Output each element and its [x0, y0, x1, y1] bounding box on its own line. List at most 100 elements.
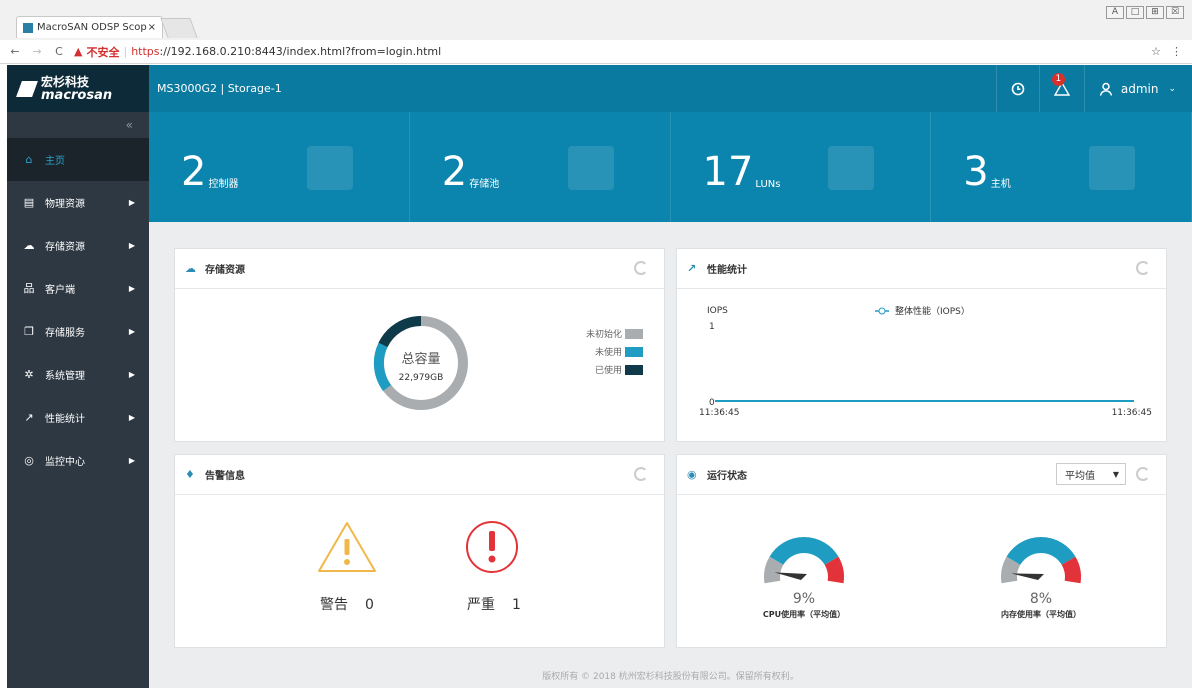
stat-value: 17 — [702, 149, 754, 195]
reload-icon[interactable]: C — [52, 45, 66, 58]
iops-line-chart: IOPS 1 0 整体性能（IOPS） 11:36:45 11:36:45 — [699, 305, 1152, 418]
chevron-right-icon: ▶ — [128, 456, 135, 465]
stat-card[interactable]: 2 存储池 — [410, 112, 671, 222]
chevron-right-icon: ▶ — [128, 370, 135, 379]
y-tick-label: 0 — [709, 398, 715, 408]
sidebar-item-7[interactable]: ◎ 监控中心 ▶ — [7, 439, 149, 482]
donut-center-value: 22,979GB — [399, 373, 444, 383]
brand-cn: 宏杉科技 — [41, 74, 90, 89]
sidebar-collapse-button[interactable]: « — [7, 112, 149, 138]
stat-label: 主机 — [990, 179, 1011, 190]
legend-label: 已使用 — [595, 364, 622, 376]
window-controls: A □ ⊞ ☒ — [1106, 6, 1184, 19]
legend-swatch — [625, 365, 643, 375]
stat-value: 2 — [181, 149, 207, 195]
gauge: 8% 内存使用率（平均值） — [1001, 537, 1081, 619]
legend-swatch — [625, 329, 643, 339]
window-profile-button[interactable]: A — [1106, 6, 1124, 19]
sidebar-item-label: 存储资源 — [45, 242, 85, 253]
legend-label: 未使用 — [595, 346, 622, 358]
sidebar-item-5[interactable]: ✲ 系统管理 ▶ — [7, 353, 149, 396]
history-button[interactable] — [995, 65, 1039, 112]
window-maximize-button[interactable]: ⊞ — [1146, 6, 1164, 19]
bookmark-star-icon[interactable]: ☆ — [1151, 45, 1161, 58]
bell-icon: ♦ — [185, 467, 195, 481]
clock-icon — [1011, 82, 1025, 95]
top-bar: MS3000G2 | Storage-1 1 admin ⌄ — [149, 65, 1192, 112]
donut-center-title: 总容量 — [401, 351, 440, 367]
series-legend-label: 整体性能（IOPS） — [895, 305, 970, 317]
warning-icon: ▲ — [74, 45, 83, 58]
resource-gauges: 9% CPU使用率（平均值） 8% 内存使用率（平均值） — [763, 537, 1081, 619]
refresh-icon[interactable] — [634, 261, 648, 275]
new-tab-button[interactable] — [160, 18, 198, 38]
forward-icon[interactable]: → — [30, 45, 44, 58]
cloud-icon — [567, 146, 614, 190]
stat-card[interactable]: 2 控制器 — [149, 112, 410, 222]
window-close-button[interactable]: ☒ — [1166, 6, 1184, 19]
browser-tab[interactable]: MacroSAN ODSP Scop × — [16, 16, 163, 38]
x-tick-label: 11:36:45 — [699, 408, 739, 418]
sidebar-item-label: 客户端 — [45, 285, 75, 296]
status-panel: ◉ 运行状态 平均值 ▼ 9% CPU使用率（平均值） 8% 内存使用率（平均值） — [676, 454, 1167, 648]
select-arrow-icon: ▼ — [1112, 469, 1119, 479]
menu-dots-icon[interactable]: ⋮ — [1171, 45, 1182, 58]
url-text: ://192.168.0.210:8443/index.html?from=lo… — [159, 45, 442, 58]
system-title: MS3000G2 | Storage-1 — [157, 82, 282, 95]
stat-label: 存储池 — [469, 179, 500, 190]
warning-count: 0 — [365, 597, 374, 613]
tab-close-icon[interactable]: × — [148, 22, 156, 33]
url-field[interactable]: ▲ 不安全 | https://192.168.0.210:8443/index… — [74, 44, 441, 60]
refresh-icon[interactable] — [634, 467, 648, 481]
storage-panel: ☁ 存储资源 总容量 22,979GB 未初始化 未使用 已使用 — [174, 248, 665, 442]
address-bar: ← → C ▲ 不安全 | https://192.168.0.210:8443… — [0, 40, 1192, 64]
user-menu[interactable]: admin ⌄ — [1083, 65, 1192, 112]
sidebar-item-2[interactable]: ☁ 存储资源 ▶ — [7, 224, 149, 267]
sidebar-item-1[interactable]: ▤ 物理资源 ▶ — [7, 181, 149, 224]
gauge-value: 9% — [793, 591, 815, 607]
y-axis-label: IOPS — [707, 306, 728, 316]
dashboard-main: ☁ 存储资源 总容量 22,979GB 未初始化 未使用 已使用 ↗ 性能统计 IOPS… — [149, 222, 1192, 688]
y-tick-label: 1 — [709, 322, 715, 332]
brand-logo: 宏杉科技 macrosan — [7, 65, 149, 112]
chart-icon: ↗ — [687, 261, 697, 275]
legend-marker — [878, 307, 886, 315]
alarm-panel: ♦ 告警信息 警告 0 严重 1 — [174, 454, 665, 648]
panel-title: 存储资源 — [205, 265, 245, 276]
alert-button[interactable]: 1 — [1038, 65, 1084, 112]
window-minimize-button[interactable]: □ — [1126, 6, 1144, 19]
sidebar-item-label: 物理资源 — [45, 199, 85, 210]
chevron-right-icon: ▶ — [128, 413, 135, 422]
favicon-icon — [23, 22, 33, 33]
tab-title: MacroSAN ODSP Scop — [37, 22, 147, 33]
refresh-icon[interactable] — [1136, 467, 1150, 481]
browser-tab-bar: MacroSAN ODSP Scop × A □ ⊞ ☒ — [0, 0, 1192, 40]
chart-icon: ↗ — [24, 410, 34, 424]
sidebar-item-label: 存储服务 — [45, 328, 85, 339]
home-icon: ⌂ — [25, 152, 33, 166]
critical-label: 严重 — [467, 597, 495, 613]
stat-card[interactable]: 17 LUNs — [671, 112, 932, 222]
copyright-footer: 版权所有 © 2018 杭州宏杉科技股份有限公司。保留所有权利。 — [542, 672, 799, 682]
performance-panel: ↗ 性能统计 IOPS 1 0 整体性能（IOPS） 11:36:45 11:36:45 — [676, 248, 1167, 442]
gear-icon: ✲ — [24, 367, 34, 381]
warning-label: 警告 — [320, 597, 348, 613]
stat-mode-select[interactable]: 平均值 ▼ — [1056, 463, 1126, 485]
gauge-label: CPU使用率（平均值） — [763, 609, 845, 619]
sidebar-item-label: 性能统计 — [45, 414, 85, 425]
refresh-icon[interactable] — [1136, 261, 1150, 275]
sidebar-item-0[interactable]: ⌂ 主页 — [7, 138, 149, 181]
sidebar-item-3[interactable]: 品客户端 ▶ — [7, 267, 149, 310]
stat-card[interactable]: 3 主机 — [931, 112, 1192, 222]
user-name: admin — [1120, 81, 1159, 96]
sidebar-item-6[interactable]: ↗ 性能统计 ▶ — [7, 396, 149, 439]
logo-mark-icon — [16, 80, 38, 97]
back-icon[interactable]: ← — [8, 45, 22, 58]
chevron-down-icon: ⌄ — [1168, 83, 1176, 94]
panel-title: 运行状态 — [707, 471, 747, 482]
sidebar-item-4[interactable]: ❐ 存储服务 ▶ — [7, 310, 149, 353]
user-icon — [1099, 82, 1113, 96]
legend-label: 未初始化 — [586, 328, 622, 340]
copy-icon: ❐ — [24, 324, 34, 338]
gauge-value: 8% — [1030, 591, 1052, 607]
